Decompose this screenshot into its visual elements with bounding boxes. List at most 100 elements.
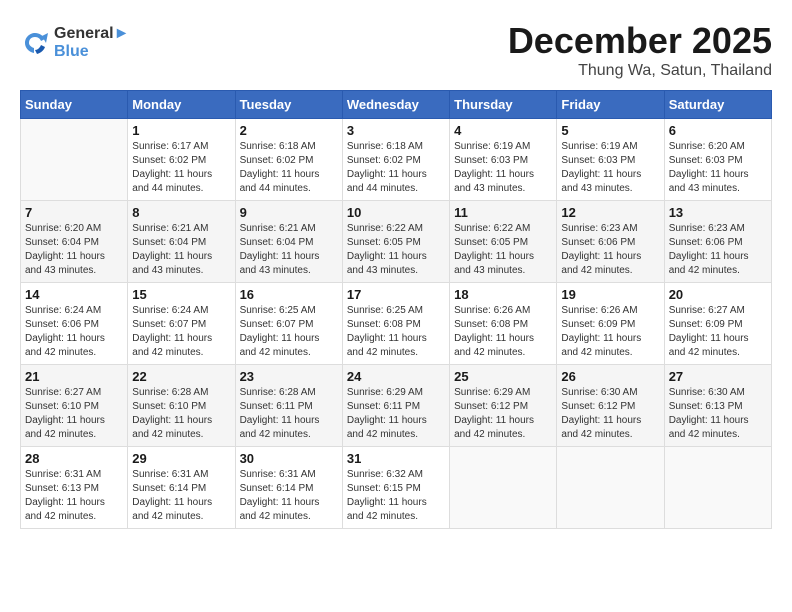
day-number: 10 — [347, 205, 445, 220]
day-number: 6 — [669, 123, 767, 138]
day-number: 30 — [240, 451, 338, 466]
calendar-cell: 7Sunrise: 6:20 AM Sunset: 6:04 PM Daylig… — [21, 201, 128, 283]
day-number: 12 — [561, 205, 659, 220]
day-info: Sunrise: 6:18 AM Sunset: 6:02 PM Dayligh… — [347, 140, 445, 196]
calendar-cell: 8Sunrise: 6:21 AM Sunset: 6:04 PM Daylig… — [128, 201, 235, 283]
calendar-cell: 20Sunrise: 6:27 AM Sunset: 6:09 PM Dayli… — [664, 283, 771, 365]
calendar-cell: 4Sunrise: 6:19 AM Sunset: 6:03 PM Daylig… — [450, 119, 557, 201]
calendar-cell: 18 Sunrise: 6:26 AM Sunset: 6:08 PM Dayli… — [450, 283, 557, 365]
weekday-header: Saturday — [664, 91, 771, 119]
weekday-header: Monday — [128, 91, 235, 119]
calendar-cell: 27Sunrise: 6:30 AM Sunset: 6:13 PM Dayli… — [664, 365, 771, 447]
day-info: Sunrise: 6:25 AM Sunset: 6:07 PM Dayligh… — [240, 304, 338, 360]
day-info: Sunrise: 6:27 AM Sunset: 6:10 PM Dayligh… — [25, 386, 123, 442]
weekday-header: Tuesday — [235, 91, 342, 119]
calendar-header-row: SundayMondayTuesdayWednesdayThursdayFrid… — [21, 91, 772, 119]
calendar-cell: 9Sunrise: 6:21 AM Sunset: 6:04 PM Daylig… — [235, 201, 342, 283]
day-info: Sunrise: 6:22 AM Sunset: 6:05 PM Dayligh… — [454, 222, 552, 278]
calendar-week-row: 7Sunrise: 6:20 AM Sunset: 6:04 PM Daylig… — [21, 201, 772, 283]
weekday-header: Sunday — [21, 91, 128, 119]
day-info: Sunrise: 6:20 AM Sunset: 6:03 PM Dayligh… — [669, 140, 767, 196]
day-number: 31 — [347, 451, 445, 466]
calendar-cell: 3 Sunrise: 6:18 AM Sunset: 6:02 PM Daylig… — [342, 119, 449, 201]
day-info: Sunrise: 6:29 AM Sunset: 6:11 PM Dayligh… — [347, 386, 445, 442]
day-info: Sunrise: 6:30 AM Sunset: 6:12 PM Dayligh… — [561, 386, 659, 442]
calendar-cell: 19 Sunrise: 6:26 AM Sunset: 6:09 PM Dayli… — [557, 283, 664, 365]
day-number: 21 — [25, 369, 123, 384]
logo-icon — [20, 28, 50, 58]
day-number: 14 — [25, 287, 123, 302]
day-number: 23 — [240, 369, 338, 384]
day-number: 18 — [454, 287, 552, 302]
day-info: Sunrise: 6:17 AM Sunset: 6:02 PM Dayligh… — [132, 140, 230, 196]
calendar-cell: 15 Sunrise: 6:24 AM Sunset: 6:07 PM Dayli… — [128, 283, 235, 365]
calendar-cell: 11 Sunrise: 6:22 AM Sunset: 6:05 PM Dayli… — [450, 201, 557, 283]
day-number: 25 — [454, 369, 552, 384]
calendar-cell: 21 Sunrise: 6:27 AM Sunset: 6:10 PM Dayli… — [21, 365, 128, 447]
day-info: Sunrise: 6:24 AM Sunset: 6:07 PM Dayligh… — [132, 304, 230, 360]
calendar-cell — [450, 447, 557, 529]
calendar-cell: 2Sunrise: 6:18 AM Sunset: 6:02 PM Daylig… — [235, 119, 342, 201]
calendar-cell — [664, 447, 771, 529]
day-number: 1 — [132, 123, 230, 138]
day-info: Sunrise: 6:25 AM Sunset: 6:08 PM Dayligh… — [347, 304, 445, 360]
day-number: 28 — [25, 451, 123, 466]
day-info: Sunrise: 6:23 AM Sunset: 6:06 PM Dayligh… — [561, 222, 659, 278]
day-number: 16 — [240, 287, 338, 302]
calendar-cell: 16 Sunrise: 6:25 AM Sunset: 6:07 PM Dayli… — [235, 283, 342, 365]
calendar-cell: 22 Sunrise: 6:28 AM Sunset: 6:10 PM Dayli… — [128, 365, 235, 447]
day-info: Sunrise: 6:30 AM Sunset: 6:13 PM Dayligh… — [669, 386, 767, 442]
day-info: Sunrise: 6:28 AM Sunset: 6:10 PM Dayligh… — [132, 386, 230, 442]
calendar-cell: 10 Sunrise: 6:22 AM Sunset: 6:05 PM Dayli… — [342, 201, 449, 283]
day-number: 15 — [132, 287, 230, 302]
day-info: Sunrise: 6:24 AM Sunset: 6:06 PM Dayligh… — [25, 304, 123, 360]
calendar-cell: 23 Sunrise: 6:28 AM Sunset: 6:11 PM Dayli… — [235, 365, 342, 447]
page-header: General► Blue December 2025 Thung Wa, Sa… — [20, 20, 772, 80]
day-info: Sunrise: 6:31 AM Sunset: 6:14 PM Dayligh… — [240, 468, 338, 524]
day-info: Sunrise: 6:18 AM Sunset: 6:02 PM Dayligh… — [240, 140, 338, 196]
calendar-week-row: 28 Sunrise: 6:31 AM Sunset: 6:13 PM Dayli… — [21, 447, 772, 529]
day-number: 29 — [132, 451, 230, 466]
day-info: Sunrise: 6:19 AM Sunset: 6:03 PM Dayligh… — [561, 140, 659, 196]
calendar-cell — [557, 447, 664, 529]
day-number: 11 — [454, 205, 552, 220]
day-info: Sunrise: 6:22 AM Sunset: 6:05 PM Dayligh… — [347, 222, 445, 278]
calendar-week-row: 1 Sunrise: 6:17 AM Sunset: 6:02 PM Daylig… — [21, 119, 772, 201]
weekday-header: Friday — [557, 91, 664, 119]
day-number: 3 — [347, 123, 445, 138]
calendar-cell: 24 Sunrise: 6:29 AM Sunset: 6:11 PM Dayli… — [342, 365, 449, 447]
day-info: Sunrise: 6:26 AM Sunset: 6:09 PM Dayligh… — [561, 304, 659, 360]
calendar-week-row: 14 Sunrise: 6:24 AM Sunset: 6:06 PM Dayli… — [21, 283, 772, 365]
day-number: 13 — [669, 205, 767, 220]
calendar-cell: 28 Sunrise: 6:31 AM Sunset: 6:13 PM Dayli… — [21, 447, 128, 529]
day-number: 24 — [347, 369, 445, 384]
day-info: Sunrise: 6:21 AM Sunset: 6:04 PM Dayligh… — [240, 222, 338, 278]
calendar-cell: 14 Sunrise: 6:24 AM Sunset: 6:06 PM Dayli… — [21, 283, 128, 365]
day-number: 5 — [561, 123, 659, 138]
weekday-header: Thursday — [450, 91, 557, 119]
calendar-table: SundayMondayTuesdayWednesdayThursdayFrid… — [20, 90, 772, 529]
calendar-week-row: 21 Sunrise: 6:27 AM Sunset: 6:10 PM Dayli… — [21, 365, 772, 447]
day-number: 19 — [561, 287, 659, 302]
day-info: Sunrise: 6:31 AM Sunset: 6:14 PM Dayligh… — [132, 468, 230, 524]
calendar-cell — [21, 119, 128, 201]
day-number: 26 — [561, 369, 659, 384]
day-info: Sunrise: 6:28 AM Sunset: 6:11 PM Dayligh… — [240, 386, 338, 442]
logo: General► Blue — [20, 25, 129, 61]
day-info: Sunrise: 6:26 AM Sunset: 6:08 PM Dayligh… — [454, 304, 552, 360]
calendar-cell: 12 Sunrise: 6:23 AM Sunset: 6:06 PM Dayli… — [557, 201, 664, 283]
calendar-cell: 25 Sunrise: 6:29 AM Sunset: 6:12 PM Dayli… — [450, 365, 557, 447]
weekday-header: Wednesday — [342, 91, 449, 119]
day-number: 17 — [347, 287, 445, 302]
day-info: Sunrise: 6:31 AM Sunset: 6:13 PM Dayligh… — [25, 468, 123, 524]
day-info: Sunrise: 6:27 AM Sunset: 6:09 PM Dayligh… — [669, 304, 767, 360]
main-title: December 2025 — [508, 20, 772, 62]
day-info: Sunrise: 6:23 AM Sunset: 6:06 PM Dayligh… — [669, 222, 767, 278]
day-number: 4 — [454, 123, 552, 138]
day-number: 22 — [132, 369, 230, 384]
calendar-cell: 26 Sunrise: 6:30 AM Sunset: 6:12 PM Dayli… — [557, 365, 664, 447]
calendar-cell: 29 Sunrise: 6:31 AM Sunset: 6:14 PM Dayli… — [128, 447, 235, 529]
day-info: Sunrise: 6:29 AM Sunset: 6:12 PM Dayligh… — [454, 386, 552, 442]
calendar-cell: 31Sunrise: 6:32 AM Sunset: 6:15 PM Dayli… — [342, 447, 449, 529]
calendar-cell: 30 Sunrise: 6:31 AM Sunset: 6:14 PM Dayli… — [235, 447, 342, 529]
